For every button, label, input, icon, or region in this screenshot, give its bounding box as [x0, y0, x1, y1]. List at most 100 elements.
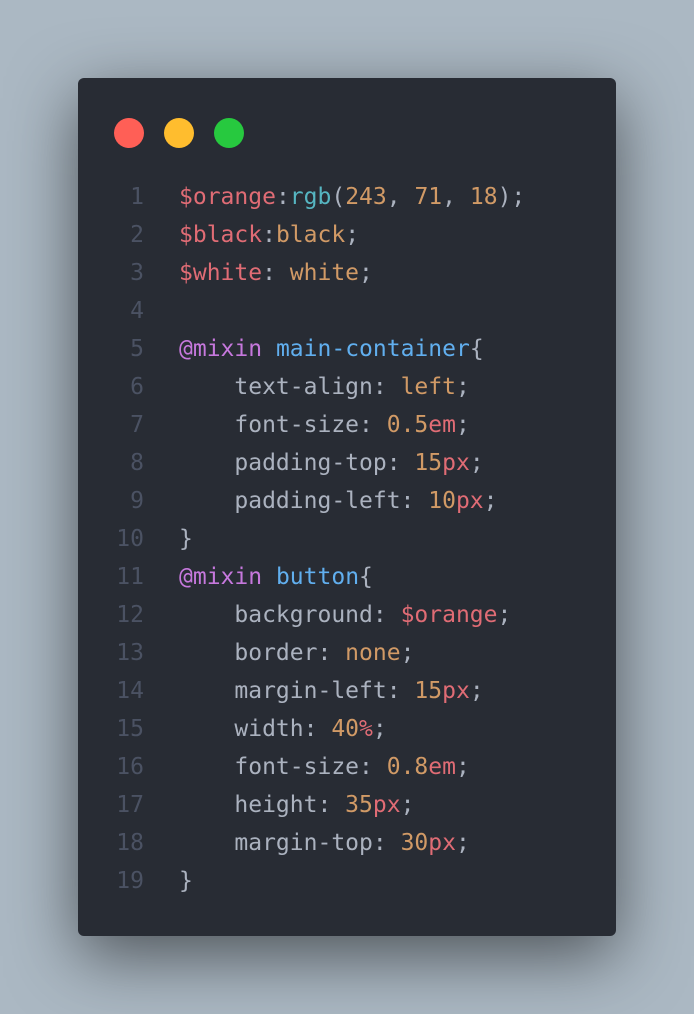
code-token: % — [359, 716, 373, 742]
line-content: padding-left: 10px; — [179, 482, 498, 520]
code-token: ; — [400, 792, 415, 818]
code-token: } — [179, 526, 193, 552]
code-token: ; — [400, 640, 415, 666]
code-line: 17 height: 35px; — [78, 786, 616, 824]
close-dot-icon — [114, 118, 144, 148]
line-content: $white: white; — [179, 254, 373, 292]
code-token: 15 — [414, 450, 443, 476]
code-token: 71 — [414, 184, 443, 210]
line-content: background: $orange; — [179, 596, 511, 634]
line-number: 14 — [116, 678, 144, 704]
code-token: 0.5 — [386, 412, 429, 438]
code-token: : — [275, 184, 290, 210]
code-line: 14 margin-left: 15px; — [78, 672, 616, 710]
code-token: { — [469, 336, 484, 362]
code-line: 15 width: 40%; — [78, 710, 616, 748]
code-token: ; — [455, 412, 470, 438]
code-token: ; — [455, 754, 470, 780]
line-content: @mixin button{ — [179, 558, 373, 596]
line-number: 3 — [130, 260, 144, 286]
code-token: px — [428, 830, 456, 856]
code-line: 1 $orange:rgb(243, 71, 18); — [78, 178, 616, 216]
code-token: 40 — [331, 716, 360, 742]
line-number: 16 — [116, 754, 144, 780]
code-block: 1 $orange:rgb(243, 71, 18); 2 $black:black;… — [78, 178, 616, 900]
code-token: px — [372, 792, 401, 818]
code-line: 16 font-size: 0.8em; — [78, 748, 616, 786]
line-number: 19 — [116, 868, 144, 894]
code-line: 12 background: $orange; — [78, 596, 616, 634]
code-window: 1 $orange:rgb(243, 71, 18); 2 $black:black;… — [78, 78, 616, 936]
code-token: $orange — [179, 184, 276, 210]
code-token: text-align: — [179, 374, 401, 400]
code-token: : — [262, 222, 276, 248]
code-token: width: — [179, 716, 332, 742]
code-token: $black — [179, 222, 263, 248]
minimize-dot-icon — [164, 118, 194, 148]
code-token: ); — [497, 184, 526, 210]
line-number: 7 — [130, 412, 144, 438]
line-content: width: 40%; — [179, 710, 387, 748]
code-token: ; — [497, 602, 512, 628]
code-token: border: — [179, 640, 346, 666]
code-line: 7 font-size: 0.5em; — [78, 406, 616, 444]
maximize-dot-icon — [214, 118, 244, 148]
line-content: text-align: left; — [179, 368, 469, 406]
line-number: 5 — [130, 336, 144, 362]
code-token: padding-left: — [179, 488, 429, 514]
code-token: padding-top: — [179, 450, 415, 476]
line-content: font-size: 0.8em; — [179, 748, 470, 786]
line-content: $orange:rgb(243, 71, 18); — [179, 178, 525, 216]
code-token: left — [400, 374, 456, 400]
code-token: px — [455, 488, 484, 514]
code-line: 2 $black:black; — [78, 216, 616, 254]
code-line: 3 $white: white; — [78, 254, 616, 292]
code-token: px — [442, 450, 470, 476]
code-token: 10 — [428, 488, 456, 514]
code-line: 19} — [78, 862, 616, 900]
line-content: font-size: 0.5em; — [179, 406, 470, 444]
code-line: 11 @mixin button{ — [78, 558, 616, 596]
code-token: background: — [179, 602, 401, 628]
code-token: 18 — [469, 184, 498, 210]
code-token: ; — [345, 222, 360, 248]
line-number: 12 — [116, 602, 144, 628]
code-token: { — [359, 564, 373, 590]
code-token: @mixin — [179, 336, 263, 362]
line-number: 4 — [130, 298, 144, 324]
code-token: ; — [469, 678, 484, 704]
code-token: $orange — [400, 602, 498, 628]
line-number: 9 — [130, 488, 144, 514]
code-line: 5 @mixin main-container{ — [78, 330, 616, 368]
line-number: 11 — [116, 564, 144, 590]
code-line: 9 padding-left: 10px; — [78, 482, 616, 520]
line-number: 13 — [116, 640, 144, 666]
code-token: height: — [179, 792, 346, 818]
line-content: height: 35px; — [179, 786, 414, 824]
line-number: 2 — [130, 222, 144, 248]
code-token: white — [289, 260, 360, 286]
line-number: 6 — [130, 374, 144, 400]
code-line: 18 margin-top: 30px; — [78, 824, 616, 862]
code-token: em — [428, 754, 456, 780]
code-token: @mixin — [179, 564, 263, 590]
code-token: 0.8 — [386, 754, 429, 780]
line-content: } — [179, 520, 193, 558]
code-token: 35 — [345, 792, 373, 818]
code-token: ; — [372, 716, 387, 742]
code-token: 243 — [345, 184, 387, 210]
code-token: ( — [331, 184, 346, 210]
code-token: ; — [359, 260, 373, 286]
code-token: ; — [483, 488, 498, 514]
code-line: 6 text-align: left; — [78, 368, 616, 406]
line-number: 10 — [116, 526, 144, 552]
line-content: margin-left: 15px; — [179, 672, 484, 710]
code-token: ; — [469, 450, 484, 476]
code-token: button — [275, 564, 360, 590]
line-content: } — [179, 862, 193, 900]
code-token: rgb — [289, 184, 332, 210]
line-content: $black:black; — [179, 216, 359, 254]
code-token: main-container — [275, 336, 470, 362]
